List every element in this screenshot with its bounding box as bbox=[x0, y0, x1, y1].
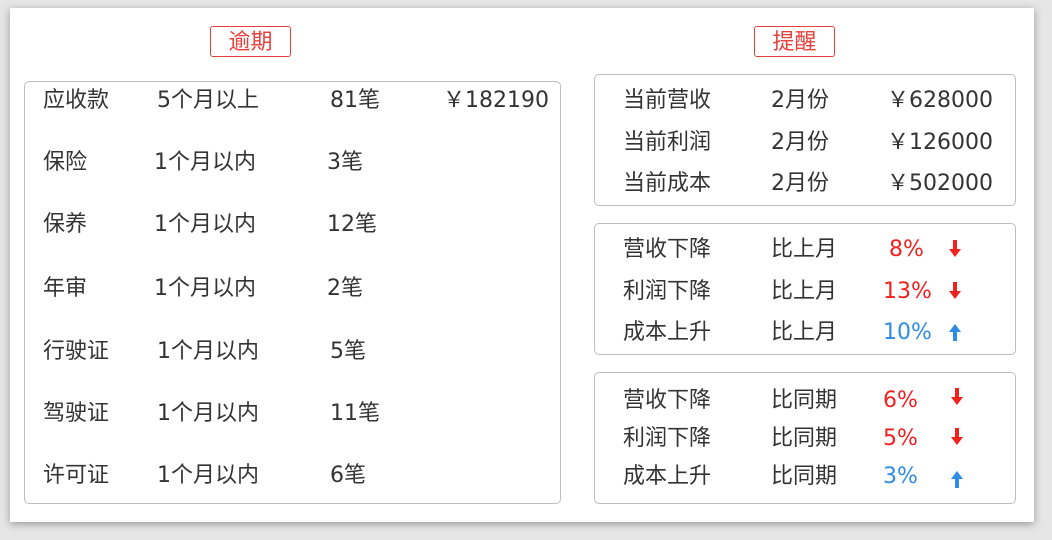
overdue-row-count: 81笔 bbox=[330, 88, 380, 113]
overdue-row-period: 5个月以上 bbox=[157, 88, 259, 113]
overdue-row-count: 3笔 bbox=[327, 150, 363, 175]
overdue-panel: 应收款 5个月以上 81笔 ￥182190 保险 1个月以内 3笔 保养 1个月… bbox=[24, 81, 561, 504]
overdue-row-name: 保险 bbox=[43, 150, 88, 175]
overdue-row-count: 11笔 bbox=[330, 401, 380, 426]
mom-percent: 13% bbox=[883, 279, 932, 304]
reminder-title: 提醒 bbox=[754, 26, 835, 57]
current-amount: ￥628000 bbox=[887, 88, 993, 113]
mom-label: 营收下降 bbox=[623, 237, 712, 262]
overdue-row-period: 1个月以内 bbox=[157, 339, 259, 364]
yoy-label: 营收下降 bbox=[623, 388, 712, 413]
overdue-row-period: 1个月以内 bbox=[154, 150, 256, 175]
mom-percent: 8% bbox=[889, 237, 924, 262]
overdue-row-name: 行驶证 bbox=[43, 339, 110, 364]
arrow-down-icon bbox=[951, 388, 963, 405]
overdue-title: 逾期 bbox=[210, 26, 291, 57]
overdue-row-count: 6笔 bbox=[330, 463, 366, 488]
overdue-row-period: 1个月以内 bbox=[154, 212, 256, 237]
current-month: 2月份 bbox=[771, 171, 829, 196]
arrow-up-icon bbox=[951, 471, 963, 488]
current-amount: ￥126000 bbox=[887, 130, 993, 155]
overdue-row-period: 1个月以内 bbox=[154, 276, 256, 301]
overdue-row-name: 驾驶证 bbox=[43, 401, 110, 426]
current-amount: ￥502000 bbox=[887, 171, 993, 196]
arrow-down-icon bbox=[951, 428, 963, 445]
yoy-percent: 5% bbox=[883, 426, 918, 451]
yoy-basis: 比同期 bbox=[771, 388, 838, 413]
yoy-label: 利润下降 bbox=[623, 426, 712, 451]
overdue-row-name: 年审 bbox=[43, 276, 88, 301]
mom-basis: 比上月 bbox=[771, 279, 838, 304]
overdue-row-count: 12笔 bbox=[327, 212, 377, 237]
mom-percent: 10% bbox=[883, 320, 932, 345]
mom-label: 利润下降 bbox=[623, 279, 712, 304]
yoy-percent: 6% bbox=[883, 388, 918, 413]
year-over-year-panel: 营收下降 比同期 6% 利润下降 比同期 5% 成本上升 比同期 3% bbox=[594, 372, 1016, 504]
current-month: 2月份 bbox=[771, 130, 829, 155]
month-over-month-panel: 营收下降 比上月 8% 利润下降 比上月 13% 成本上升 比上月 10% bbox=[594, 223, 1016, 355]
current-month: 2月份 bbox=[771, 88, 829, 113]
yoy-basis: 比同期 bbox=[771, 426, 838, 451]
yoy-label: 成本上升 bbox=[623, 464, 712, 489]
mom-basis: 比上月 bbox=[771, 237, 838, 262]
overdue-row-period: 1个月以内 bbox=[157, 463, 259, 488]
current-panel: 当前营收 2月份 ￥628000 当前利润 2月份 ￥126000 当前成本 2… bbox=[594, 74, 1016, 206]
overdue-row-name: 保养 bbox=[43, 212, 88, 237]
current-label: 当前成本 bbox=[623, 171, 712, 196]
overdue-row-amount: ￥182190 bbox=[443, 88, 549, 113]
current-label: 当前营收 bbox=[623, 88, 712, 113]
overdue-row-period: 1个月以内 bbox=[157, 401, 259, 426]
mom-label: 成本上升 bbox=[623, 320, 712, 345]
mom-basis: 比上月 bbox=[771, 320, 838, 345]
arrow-up-icon bbox=[949, 324, 961, 341]
current-label: 当前利润 bbox=[623, 130, 712, 155]
overdue-row-count: 2笔 bbox=[327, 276, 363, 301]
arrow-down-icon bbox=[949, 240, 961, 257]
overdue-row-count: 5笔 bbox=[330, 339, 366, 364]
yoy-percent: 3% bbox=[883, 464, 918, 489]
arrow-down-icon bbox=[949, 282, 961, 299]
yoy-basis: 比同期 bbox=[771, 464, 838, 489]
overdue-row-name: 应收款 bbox=[43, 88, 110, 113]
overdue-row-name: 许可证 bbox=[43, 463, 110, 488]
